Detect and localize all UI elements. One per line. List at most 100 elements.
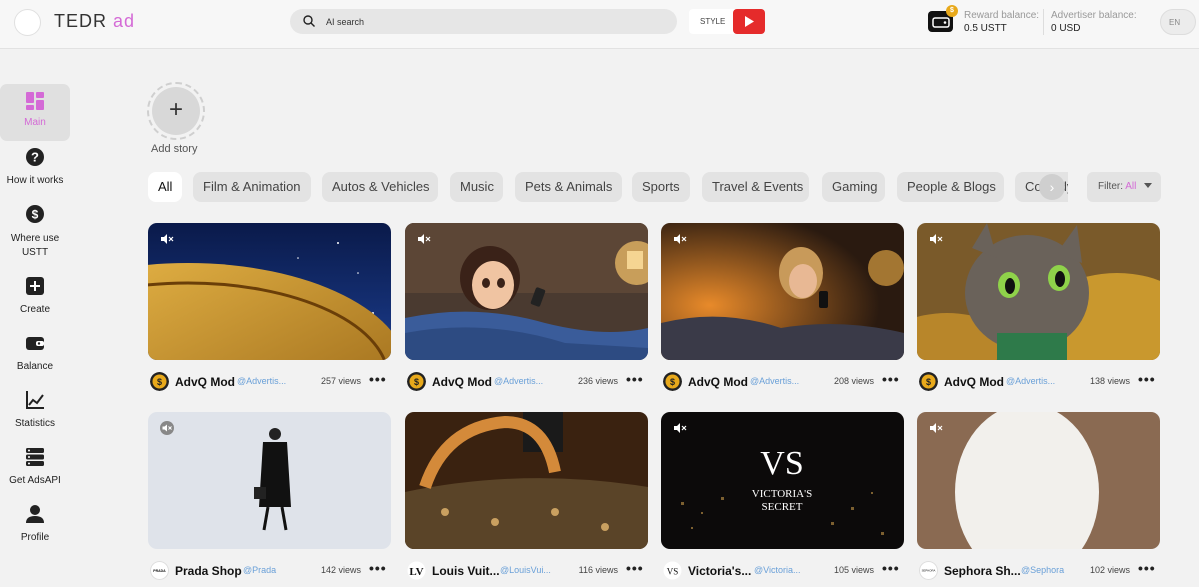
channel-handle[interactable]: @Victoria...: [754, 565, 801, 575]
youtube-icon: [733, 9, 765, 34]
video-meta: $ AdvQ Mod @Advertis... 236 views •••: [405, 372, 648, 392]
avatar[interactable]: PRADA: [150, 561, 169, 580]
view-count: 142 views: [320, 565, 361, 575]
search-input[interactable]: [326, 13, 656, 30]
video-thumbnail[interactable]: [917, 412, 1160, 549]
avatar[interactable]: VS: [663, 561, 682, 580]
more-options-icon[interactable]: •••: [1138, 561, 1160, 581]
more-options-icon[interactable]: •••: [369, 372, 391, 392]
channel-name[interactable]: Prada Shop: [175, 564, 242, 578]
style-button[interactable]: STYLE: [689, 9, 765, 34]
avatar[interactable]: $: [150, 372, 169, 391]
sidebar-item-how-it-works[interactable]: ? How it works: [0, 147, 70, 186]
channel-handle[interactable]: @Prada: [243, 565, 276, 575]
victorias-secret-text-1: VICTORIA'S: [752, 488, 812, 500]
tab-pets-animals[interactable]: Pets & Animals: [515, 172, 622, 202]
filter-value: All: [1125, 181, 1137, 192]
channel-name[interactable]: Victoria's...: [688, 564, 751, 578]
channel-handle[interactable]: @Advertis...: [494, 376, 543, 386]
mute-icon[interactable]: [673, 421, 687, 435]
channel-handle[interactable]: @LouisVui...: [500, 565, 551, 575]
view-count: 257 views: [320, 376, 361, 386]
sidebar-item-get-adsapi[interactable]: Get AdsAPI: [0, 447, 70, 486]
tab-gaming[interactable]: Gaming: [822, 172, 885, 202]
reward-label: Reward balance:: [964, 10, 1040, 21]
logo-icon[interactable]: [14, 9, 41, 36]
channel-name[interactable]: AdvQ Mod: [175, 375, 235, 389]
channel-handle[interactable]: @Sephora: [1021, 565, 1064, 575]
mute-icon[interactable]: [673, 232, 687, 246]
channel-handle[interactable]: @Advertis...: [237, 376, 286, 386]
chevron-right-icon[interactable]: ›: [1039, 174, 1065, 200]
avatar[interactable]: SEPHORA: [919, 561, 938, 580]
more-options-icon[interactable]: •••: [882, 561, 904, 581]
video-thumbnail[interactable]: [148, 223, 391, 360]
more-options-icon[interactable]: •••: [626, 561, 648, 581]
mute-icon[interactable]: [160, 232, 174, 246]
video-meta: $ AdvQ Mod @Advertis... 257 views •••: [148, 372, 391, 392]
avatar[interactable]: $: [407, 372, 426, 391]
more-options-icon[interactable]: •••: [1138, 372, 1160, 392]
video-thumbnail[interactable]: [917, 223, 1160, 360]
sidebar-item-label: Main: [24, 117, 46, 128]
mute-icon[interactable]: [160, 421, 174, 435]
sidebar-item-balance[interactable]: Balance: [0, 333, 70, 372]
coin-badge-icon: $: [946, 5, 958, 17]
channel-name[interactable]: AdvQ Mod: [944, 375, 1004, 389]
video-thumbnail[interactable]: [661, 223, 904, 360]
reward-value: 0.5 USTT: [964, 23, 1007, 34]
channel-handle[interactable]: @Advertis...: [1006, 376, 1055, 386]
sidebar-item-create[interactable]: Create: [0, 276, 70, 315]
logo[interactable]: TEDR ad: [54, 11, 135, 32]
channel-name[interactable]: Sephora Sh...: [944, 564, 1021, 578]
sidebar-item-main[interactable]: Main: [0, 84, 70, 141]
more-options-icon[interactable]: •••: [369, 561, 391, 581]
channel-name[interactable]: Louis Vuit...: [432, 564, 500, 578]
view-count: 208 views: [833, 376, 874, 386]
language-select[interactable]: EN: [1160, 9, 1196, 35]
video-meta: $ AdvQ Mod @Advertis... 208 views •••: [661, 372, 904, 392]
tab-people-blogs[interactable]: People & Blogs: [897, 172, 1004, 202]
wallet-icon[interactable]: $: [928, 5, 958, 32]
help-icon: ?: [26, 148, 44, 166]
more-options-icon[interactable]: •••: [626, 372, 648, 392]
top-header: TEDR ad STYLE $ Reward balance: 0.5 USTT…: [0, 0, 1199, 49]
mute-icon[interactable]: [417, 232, 431, 246]
sidebar-item-statistics[interactable]: Statistics: [0, 390, 70, 429]
sidebar-item-label: Statistics: [14, 418, 55, 429]
channel-name[interactable]: AdvQ Mod: [688, 375, 748, 389]
server-icon: [26, 448, 44, 466]
avatar[interactable]: $: [919, 372, 938, 391]
add-story-button[interactable]: +: [147, 82, 205, 140]
svg-text:VS: VS: [667, 567, 679, 577]
search-bar[interactable]: [290, 9, 677, 34]
video-thumbnail[interactable]: [405, 223, 648, 360]
video-thumbnail[interactable]: [405, 412, 648, 549]
tab-sports[interactable]: Sports: [632, 172, 690, 202]
reward-balance: Reward balance: 0.5 USTT: [964, 10, 1039, 34]
video-meta: LV Louis Vuit... @LouisVui... 116 views …: [405, 561, 648, 581]
tab-travel-events[interactable]: Travel & Events: [702, 172, 809, 202]
mute-icon[interactable]: [929, 421, 943, 435]
tab-all[interactable]: All: [148, 172, 182, 202]
avatar[interactable]: LV: [407, 561, 426, 580]
advertiser-balance: Advertiser balance: 0 USD: [1051, 10, 1137, 34]
more-options-icon[interactable]: •••: [882, 372, 904, 392]
view-count: 116 views: [578, 565, 618, 575]
svg-text:?: ?: [31, 150, 39, 165]
channel-handle[interactable]: @Advertis...: [750, 376, 799, 386]
avatar[interactable]: $: [663, 372, 682, 391]
mute-icon[interactable]: [929, 232, 943, 246]
filter-dropdown[interactable]: Filter: All: [1087, 172, 1161, 202]
video-thumbnail[interactable]: [148, 412, 391, 549]
svg-text:LV: LV: [409, 566, 423, 578]
sidebar-item-profile[interactable]: Profile: [0, 504, 70, 543]
sidebar-item-where-use-ustt[interactable]: $ Where use USTT: [0, 204, 70, 260]
filter-label: Filter:: [1098, 181, 1123, 192]
channel-name[interactable]: AdvQ Mod: [432, 375, 492, 389]
tab-film-animation[interactable]: Film & Animation: [193, 172, 311, 202]
view-count: 102 views: [1089, 565, 1130, 575]
video-thumbnail[interactable]: VS VICTORIA'S SECRET: [661, 412, 904, 549]
tab-music[interactable]: Music: [450, 172, 503, 202]
tab-autos-vehicles[interactable]: Autos & Vehicles: [322, 172, 438, 202]
